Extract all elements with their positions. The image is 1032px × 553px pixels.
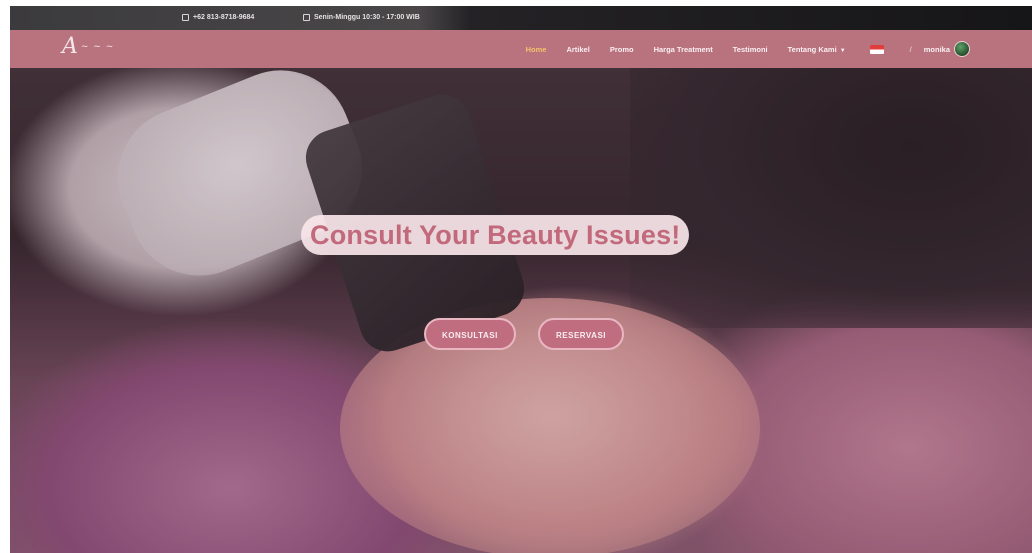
user-menu[interactable]: monika xyxy=(924,41,970,57)
top-info-bar: +62 813-8718-9684 Senin-Minggu 10:30 - 1… xyxy=(10,6,1032,30)
nav-harga-treatment[interactable]: Harga Treatment xyxy=(644,45,723,54)
phone-icon xyxy=(182,14,189,21)
nav-promo[interactable]: Promo xyxy=(600,45,644,54)
clock-icon xyxy=(303,14,310,21)
contact-phone[interactable]: +62 813-8718-9684 xyxy=(182,14,254,21)
nav-home[interactable]: Home xyxy=(516,45,557,54)
hours-text: Senin-Minggu 10:30 - 17:00 WIB xyxy=(314,14,420,21)
logo-letter: A xyxy=(62,34,79,59)
nav-testimoni[interactable]: Testimoni xyxy=(723,45,778,54)
reservasi-button[interactable]: RESERVASI xyxy=(538,318,624,350)
avatar[interactable] xyxy=(954,41,970,57)
flag-icon[interactable] xyxy=(869,44,884,54)
nav-divider: / xyxy=(909,44,912,54)
hero-banner: Consult Your Beauty Issues! KONSULTASI R… xyxy=(10,68,1032,553)
nav-menu: Home Artikel Promo Harga Treatment Testi… xyxy=(516,30,970,68)
nav-tentang-kami-label: Tentang Kami xyxy=(787,44,837,54)
logo-suffix: ~ ~ ~ xyxy=(80,42,115,52)
konsultasi-button[interactable]: KONSULTASI xyxy=(424,318,516,350)
user-name: monika xyxy=(923,44,950,54)
chevron-down-icon: ▼ xyxy=(839,47,846,54)
main-navbar: A ~ ~ ~ Home Artikel Promo Harga Treatmen… xyxy=(10,30,1032,68)
nav-tentang-kami[interactable]: Tentang Kami ▼ xyxy=(778,45,856,54)
phone-number: +62 813-8718-9684 xyxy=(193,14,255,21)
site-logo[interactable]: A ~ ~ ~ xyxy=(62,34,114,59)
hero-headline: Consult Your Beauty Issues! xyxy=(301,215,690,255)
opening-hours: Senin-Minggu 10:30 - 17:00 WIB xyxy=(303,14,420,21)
hero-overlay xyxy=(10,68,1032,553)
nav-artikel[interactable]: Artikel xyxy=(556,45,599,54)
browser-viewport: +62 813-8718-9684 Senin-Minggu 10:30 - 1… xyxy=(10,6,1032,553)
